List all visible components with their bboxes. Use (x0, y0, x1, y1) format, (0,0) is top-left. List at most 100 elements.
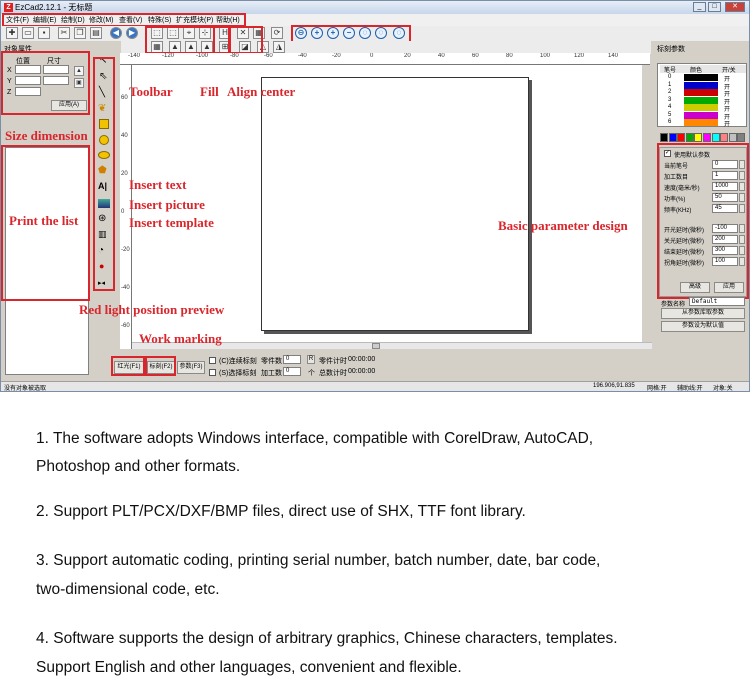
toolbar-box (145, 26, 215, 54)
palette-swatch[interactable] (711, 133, 720, 142)
annotation-fill: Fill (200, 84, 219, 99)
parts-label: 零件数 (261, 358, 282, 365)
palette-swatch[interactable] (737, 133, 746, 142)
pen-color-swatch[interactable] (684, 89, 718, 96)
parameters-button[interactable]: 参数(F3) (177, 361, 205, 374)
palette-swatch[interactable] (694, 133, 703, 142)
redo-icon[interactable]: ▶ (126, 27, 138, 39)
palette-swatch[interactable] (720, 133, 729, 142)
rotate-icon[interactable]: ⟳ (271, 27, 283, 39)
open-folder-icon[interactable]: ▭ (22, 27, 34, 39)
ruler-tick: -80 (230, 53, 239, 59)
ruler-tick: 20 (121, 171, 128, 177)
pen-color-swatch[interactable] (684, 81, 718, 89)
status-object: 对象:关 (713, 386, 733, 392)
ruler-tick: -60 (264, 53, 273, 59)
set-default-button[interactable]: 参数设为默认值 (661, 321, 745, 332)
copy-icon[interactable]: ❐ (74, 27, 86, 39)
pen-number: 6 (668, 119, 672, 125)
total-timer-label: 总数计时 (319, 370, 347, 377)
pen-number: 1 (668, 81, 672, 88)
selected-mark-label: (S)选择标刻 (219, 370, 257, 377)
palette-swatch[interactable] (728, 133, 737, 142)
annotation-insert-picture: Insert picture (129, 197, 205, 212)
ruler-tick: -100 (196, 53, 209, 59)
feature-1-line-1: 1. The software adopts Windows interface… (36, 430, 594, 447)
ruler-tick: -40 (298, 53, 307, 59)
paste-icon[interactable]: ▤ (90, 27, 102, 39)
work-area-page[interactable] (261, 77, 529, 331)
annotation-basic-param: Basic parameter design (498, 218, 628, 233)
status-grid: 网格:开 (647, 386, 667, 392)
annotation-align: Align center (227, 84, 296, 99)
pen-header: 笔号 颜色 开/关 (660, 65, 746, 74)
reset-parts-button[interactable]: R (307, 355, 315, 364)
feature-4-line-1: 4. Software supports the design of arbit… (36, 630, 618, 647)
ruler-tick: -20 (332, 53, 341, 59)
load-from-library-button[interactable]: 从参数库取参数 (661, 308, 745, 319)
cut-icon[interactable]: ✂ (58, 27, 70, 39)
maximize-button[interactable]: □ (708, 2, 721, 12)
pen-header-no: 笔号 (664, 68, 677, 74)
align-box (228, 26, 263, 54)
annotation-red-light: Red light position preview (79, 302, 225, 317)
marking-params-title: 标刻参数 (657, 46, 685, 53)
ruler-tick: -140 (128, 53, 141, 59)
palette-swatch[interactable] (685, 133, 694, 142)
status-guide: 辅助线:开 (677, 386, 703, 392)
feature-3-line-1: 3. Support automatic coding, printing se… (36, 552, 601, 569)
save-icon[interactable]: ▪ (38, 27, 50, 39)
window-title: EzCad2.12.1 - 无标题 (15, 3, 93, 12)
palette-swatch[interactable] (677, 133, 686, 142)
palette-swatch[interactable] (660, 133, 668, 142)
marking-control-bar: 红光(F1) 标刻(F2) 参数(F3) (C)连续标刻 零件数 0 R 零件计… (111, 353, 651, 379)
status-coordinates: 196.906,91.835 (593, 383, 635, 389)
pen-header-state: 开/关 (722, 68, 736, 74)
feature-3-line-2: two-dimensional code, etc. (36, 581, 220, 598)
palette-swatch[interactable] (668, 133, 677, 142)
selected-checkbox[interactable] (209, 369, 216, 376)
pen-number: 0 (668, 74, 672, 80)
pen-state[interactable]: 开 (724, 119, 730, 128)
annotation-insert-text: Insert text (129, 177, 187, 192)
toolbox-box (93, 57, 115, 291)
pen-color-swatch[interactable] (684, 111, 718, 119)
pen-color-swatch[interactable] (684, 96, 718, 104)
close-button[interactable]: ✕ (725, 2, 745, 12)
status-selection: 没有对象被选取 (4, 386, 47, 392)
process-field[interactable]: 0 (283, 367, 301, 376)
pen-number: 2 (668, 89, 672, 95)
undo-icon[interactable]: ◀ (110, 27, 122, 39)
size-dimension-box (1, 51, 90, 115)
minimize-button[interactable]: _ (693, 2, 706, 12)
ruler-tick: 40 (121, 133, 128, 139)
ruler-tick: 60 (472, 53, 479, 59)
ruler-tick: -40 (121, 285, 130, 291)
annotation-toolbar: Toolbar (129, 84, 173, 99)
new-file-icon[interactable]: ✚ (6, 27, 18, 39)
annotation-print-list: Print the list (9, 213, 79, 228)
annotation-work-marking: Work marking (139, 331, 222, 346)
continuous-label: (C)连续标刻 (219, 358, 257, 365)
red-light-box (111, 356, 145, 376)
pen-row[interactable]: 6开 (660, 119, 746, 128)
mirror-v-icon[interactable]: ◮ (273, 41, 285, 53)
pen-list[interactable]: 笔号 颜色 开/关 0开1开2开3开4开5开6开 (657, 63, 747, 128)
pen-color-swatch[interactable] (684, 119, 718, 126)
feature-4-line-2: Support English and other languages, con… (36, 659, 462, 676)
ruler-tick: 140 (608, 53, 619, 59)
top-ruler: -140 -120 -100 -80 -60 -40 -20 0 20 40 6… (120, 53, 650, 65)
pen-color-swatch[interactable] (684, 104, 718, 111)
ruler-tick: 80 (506, 53, 513, 59)
continuous-checkbox[interactable] (209, 357, 216, 364)
palette-swatch[interactable] (703, 133, 711, 142)
pen-number: 5 (668, 111, 672, 118)
ruler-tick: 0 (370, 53, 374, 59)
total-time-value: 00:00:00 (348, 368, 376, 375)
parts-field[interactable]: 0 (283, 355, 301, 364)
ruler-tick: 120 (574, 53, 585, 59)
param-name-field[interactable]: Default (689, 297, 745, 306)
feature-2: 2. Support PLT/PCX/DXF/BMP files, direct… (36, 503, 526, 520)
pen-color-swatch[interactable] (684, 74, 718, 81)
scroll-thumb[interactable] (372, 343, 380, 349)
